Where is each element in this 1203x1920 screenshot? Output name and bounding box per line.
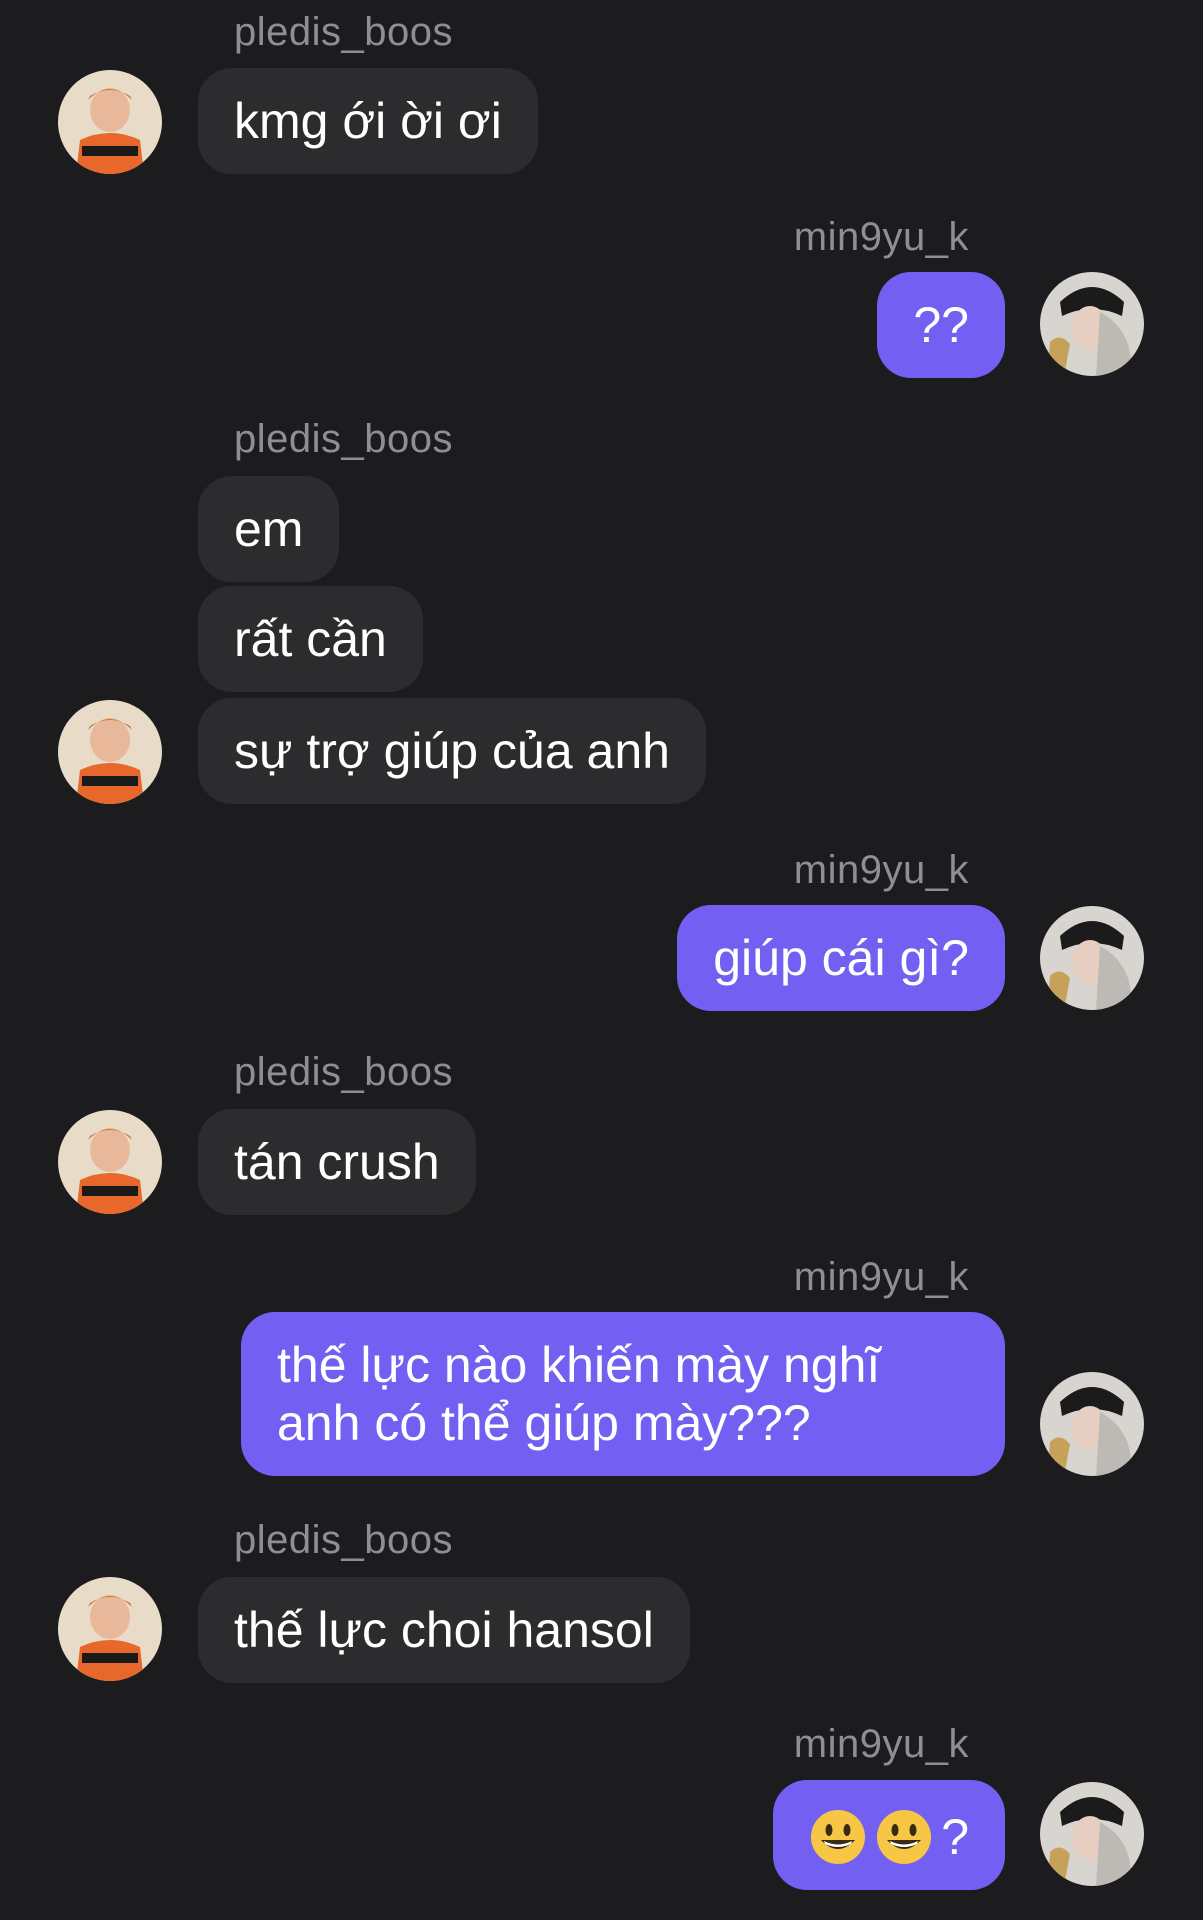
grinning-face-icon [875,1808,933,1866]
sender-name: pledis_boos [234,10,453,54]
sender-name: min9yu_k [793,848,969,892]
sender-name: pledis_boos [234,417,453,461]
avatar-min9yu-k[interactable] [1040,272,1144,376]
sender-name: pledis_boos [234,1518,453,1562]
sender-name: min9yu_k [793,1255,969,1299]
message-text: ? [941,1808,969,1865]
sender-name: pledis_boos [234,1050,453,1094]
avatar-min9yu-k[interactable] [1040,1782,1144,1886]
avatar-min9yu-k[interactable] [1040,1372,1144,1476]
avatar-min9yu-k[interactable] [1040,906,1144,1010]
avatar-pledis-boos[interactable] [58,70,162,174]
message-bubble-outgoing[interactable]: thế lực nào khiến mày nghĩ anh có thể gi… [241,1312,1005,1476]
message-bubble-incoming[interactable]: tán crush [198,1109,476,1215]
avatar-pledis-boos[interactable] [58,700,162,804]
message-bubble-incoming[interactable]: rất cần [198,586,423,692]
sender-name: min9yu_k [793,1722,969,1766]
avatar-pledis-boos[interactable] [58,1577,162,1681]
message-bubble-incoming[interactable]: thế lực choi hansol [198,1577,690,1683]
grinning-face-icon [809,1808,867,1866]
message-bubble-incoming[interactable]: kmg ới ời ơi [198,68,538,174]
message-bubble-incoming[interactable]: sự trợ giúp của anh [198,698,706,804]
message-bubble-outgoing[interactable]: giúp cái gì? [677,905,1005,1011]
message-bubble-outgoing[interactable]: ? [773,1780,1005,1890]
sender-name: min9yu_k [793,215,969,259]
avatar-pledis-boos[interactable] [58,1110,162,1214]
message-bubble-incoming[interactable]: em [198,476,340,582]
message-bubble-outgoing[interactable]: ?? [877,272,1005,378]
